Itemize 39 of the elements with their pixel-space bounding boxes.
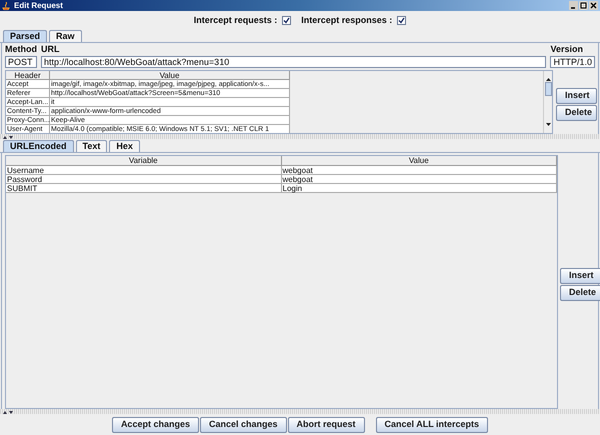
column-header[interactable]: Value [50,71,290,80]
checkbox-label: Intercept responses : [301,14,392,27]
url-field[interactable]: http://localhost:80/WebGoat/attack?menu=310 [41,56,546,68]
checkbox[interactable] [397,16,406,25]
checkmark-icon [398,17,406,24]
action-button[interactable]: Accept changes [112,416,199,432]
tab[interactable]: Text [76,140,108,152]
field-label: URL [41,44,60,55]
field-label: Method [5,44,37,55]
action-button[interactable]: Cancel changes [200,416,286,432]
action-button[interactable]: Insert [556,88,597,104]
tab[interactable]: URLEncoded [3,140,74,152]
action-button[interactable]: Delete [560,285,600,301]
checkbox[interactable] [282,16,292,25]
close-icon[interactable] [589,1,598,10]
action-button[interactable]: Cancel ALL intercepts [376,416,488,432]
field-label: Version [550,44,584,55]
app-icon [2,2,10,10]
tab[interactable]: Hex [109,140,140,152]
table-cell: Login [282,184,557,193]
scrollbar[interactable] [543,71,552,133]
version-field[interactable]: HTTP/1.0 [550,56,595,68]
splitter-arrows-icon[interactable] [2,410,14,414]
scroll-down-icon[interactable] [544,122,552,127]
action-button[interactable]: Insert [560,268,600,284]
maximize-icon[interactable] [579,1,588,10]
tab[interactable]: Parsed [3,30,48,42]
method-field[interactable]: POST [5,56,37,68]
window-title: Edit Request [14,2,63,10]
tab[interactable]: Raw [49,30,82,42]
action-button[interactable]: Delete [556,105,597,121]
table-cell: SUBMIT [6,184,282,193]
column-header[interactable]: Header [6,71,50,80]
checkbox-label: Intercept requests : [194,14,278,27]
minimize-icon[interactable] [569,1,578,10]
splitter-arrows-icon[interactable] [2,134,14,138]
checkmark-icon [283,17,290,24]
action-button[interactable]: Abort request [288,416,365,432]
scroll-thumb[interactable] [544,82,552,96]
